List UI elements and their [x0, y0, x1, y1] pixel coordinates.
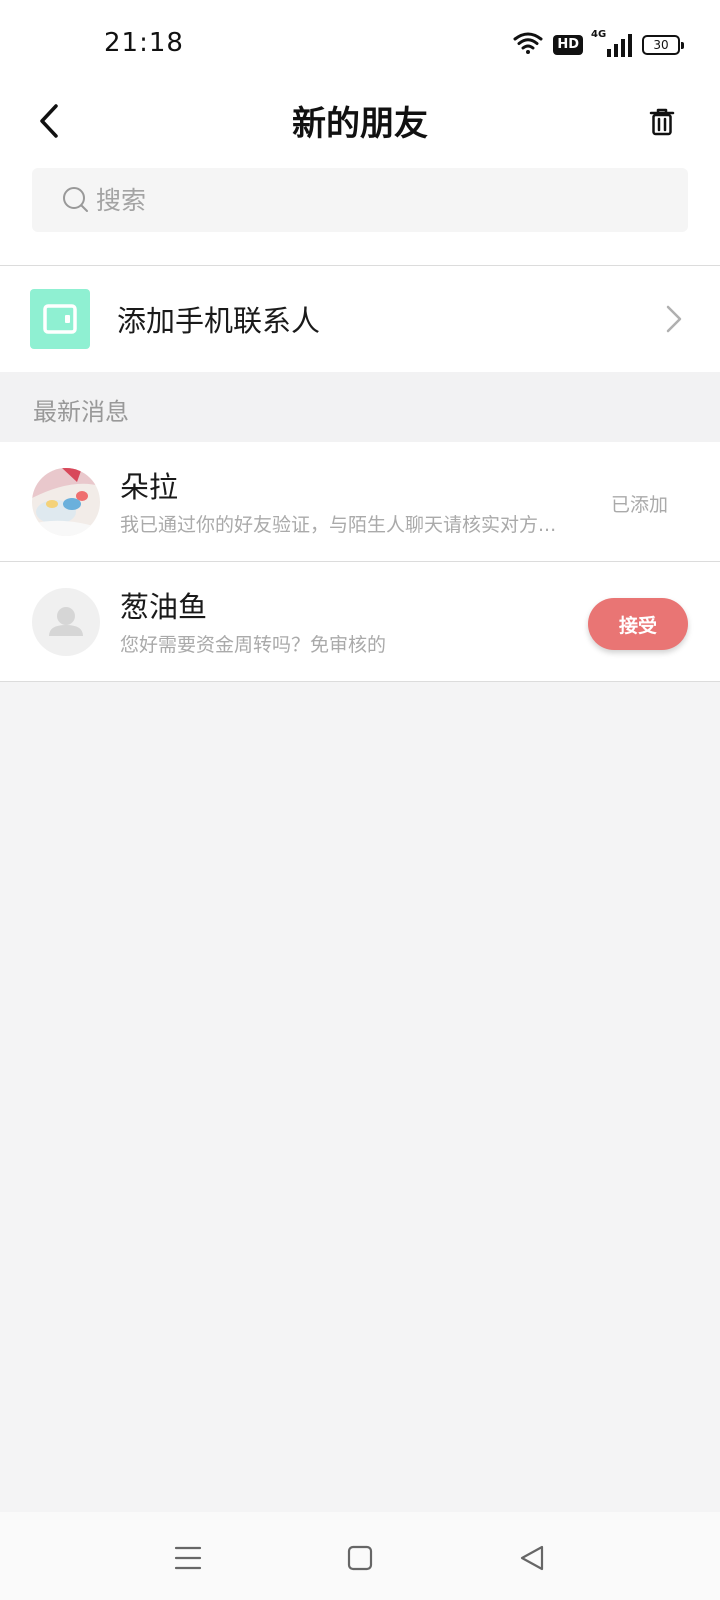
back-triangle-icon [520, 1545, 544, 1571]
menu-nav-button[interactable] [168, 1538, 208, 1578]
divider [0, 681, 720, 682]
delete-button[interactable] [640, 100, 684, 144]
menu-icon [174, 1546, 202, 1570]
search-input[interactable] [96, 185, 656, 215]
home-nav-button[interactable] [340, 1538, 380, 1578]
section-header: 最新消息 [0, 372, 720, 442]
contacts-book-icon [30, 289, 90, 349]
default-user-icon[interactable] [32, 588, 100, 656]
search-bar[interactable] [32, 168, 688, 232]
system-nav-bar [0, 1512, 720, 1600]
friend-message: 您好需要资金周转吗？免审核的 [120, 634, 387, 656]
accept-button[interactable]: 接受 [588, 598, 688, 650]
page-title: 新的朋友 [292, 104, 428, 144]
hd-badge: HD [553, 35, 583, 55]
status-bar: 21:18 HD 4G 30 [0, 0, 720, 90]
friend-name: 朵拉 [120, 470, 179, 504]
battery-level: 30 [653, 38, 669, 52]
wifi-icon [513, 31, 543, 59]
friend-name: 葱油鱼 [120, 590, 208, 624]
add-phone-contacts-row[interactable]: 添加手机联系人 [0, 266, 720, 372]
trash-icon [649, 108, 675, 136]
chevron-right-icon [666, 305, 682, 333]
status-icons: HD 4G 30 [513, 29, 684, 60]
section-label: 最新消息 [33, 398, 129, 426]
added-status: 已添加 [610, 494, 668, 516]
friend-message: 我已通过你的好友验证，与陌生人聊天请核实对方... [120, 514, 557, 536]
home-square-icon [347, 1545, 373, 1571]
add-phone-contacts-label: 添加手机联系人 [117, 304, 321, 338]
battery-icon: 30 [642, 35, 684, 55]
friend-request-item[interactable]: 葱油鱼 您好需要资金周转吗？免审核的 接受 [0, 562, 720, 681]
network-type: 4G [591, 29, 607, 40]
back-nav-button[interactable] [512, 1538, 552, 1578]
search-icon [62, 186, 90, 214]
status-time: 21:18 [104, 28, 184, 58]
friend-request-item[interactable]: 朵拉 我已通过你的好友验证，与陌生人聊天请核实对方... 已添加 [0, 442, 720, 561]
header: 新的朋友 [0, 90, 720, 150]
signal-icon: 4G [591, 29, 632, 57]
avatar[interactable] [32, 468, 100, 536]
